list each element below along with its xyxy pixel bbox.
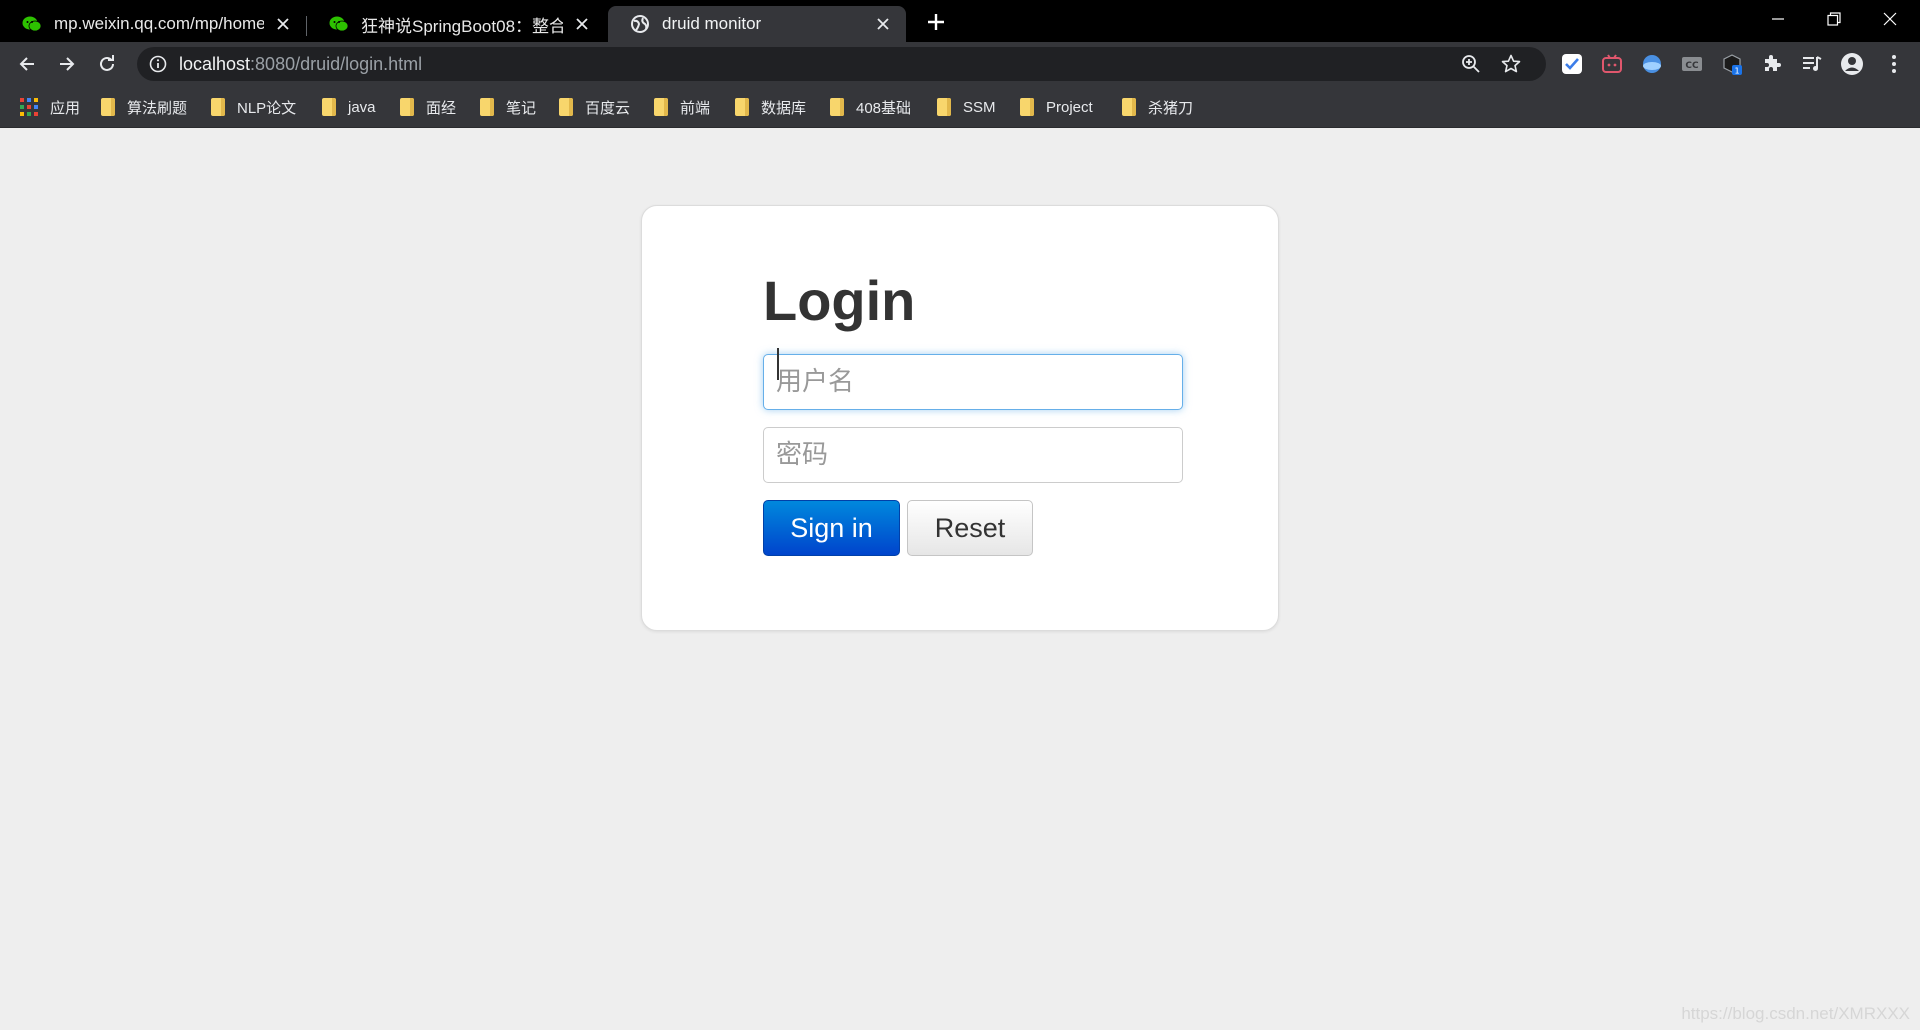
menu-kebab-icon[interactable] (1882, 52, 1906, 76)
info-icon[interactable] (149, 55, 167, 73)
minimize-icon (1772, 18, 1784, 20)
profile-avatar-icon[interactable] (1840, 52, 1864, 76)
media-queue-icon[interactable] (1800, 52, 1824, 76)
wechat-icon (22, 14, 42, 34)
bookmark-folder[interactable]: 数据库 (735, 96, 806, 118)
tab-springboot-druid[interactable]: 狂神说SpringBoot08：整合Drui (307, 6, 605, 42)
reload-button[interactable] (91, 48, 123, 80)
url-path: :8080/druid/login.html (250, 53, 423, 74)
close-window-button[interactable] (1862, 0, 1918, 38)
bookmark-label: 面经 (426, 99, 457, 117)
close-icon (1883, 12, 1897, 26)
tab-close-icon[interactable] (571, 13, 593, 35)
folder-icon (559, 98, 573, 116)
folder-icon (322, 98, 336, 116)
bookmark-label: 数据库 (761, 99, 807, 117)
bookmark-label: NLP论文 (237, 99, 297, 117)
extensions-puzzle-icon[interactable] (1760, 52, 1784, 76)
extension-planet-icon[interactable] (1640, 52, 1664, 76)
bookmark-folder[interactable]: Project (1020, 96, 1093, 118)
folder-icon (735, 98, 749, 116)
zoom-icon[interactable] (1459, 52, 1483, 76)
restore-button[interactable] (1806, 0, 1862, 38)
bookmark-folder[interactable]: 算法刷题 (101, 96, 187, 118)
minimize-button[interactable] (1750, 0, 1806, 38)
tab-close-icon[interactable] (872, 13, 894, 35)
bookmark-star-icon[interactable] (1499, 52, 1523, 76)
apps-grid-icon (20, 98, 38, 116)
folder-icon (937, 98, 951, 116)
reload-icon (100, 55, 114, 71)
bookmark-label: 应用 (50, 99, 81, 117)
bookmark-folder[interactable]: 笔记 (480, 96, 536, 118)
bookmark-label: 笔记 (506, 99, 537, 117)
folder-icon (1122, 98, 1136, 116)
browser-toolbar: localhost:8080/druid/login.html CC 1 (0, 42, 1920, 86)
url-text: localhost:8080/druid/login.html (179, 54, 422, 75)
new-tab-button[interactable] (922, 8, 950, 36)
bookmark-label: Project (1046, 98, 1093, 116)
extension-cc-icon[interactable]: CC (1680, 52, 1704, 76)
bookmark-label: SSM (963, 98, 996, 116)
watermark-text: https://blog.csdn.net/XMRXXX (1681, 1004, 1910, 1023)
folder-icon (1020, 98, 1034, 116)
tab-strip: mp.weixin.qq.com/mp/homep 狂神说SpringBoot0… (0, 0, 1920, 42)
tab-druid-monitor[interactable]: druid monitor (608, 6, 906, 42)
extension-box-icon[interactable]: 1 (1720, 52, 1744, 76)
bookmark-label: 百度云 (585, 99, 631, 117)
restore-icon (1827, 12, 1841, 26)
bookmark-apps[interactable]: 应用 (20, 96, 80, 118)
bookmark-label: 408基础 (856, 99, 912, 117)
bookmarks-bar: 应用 算法刷题 NLP论文 java 面经 笔记 百度云 前端 数据库 408基… (0, 86, 1920, 128)
back-button[interactable] (11, 48, 43, 80)
wechat-icon (329, 14, 349, 34)
reset-button[interactable]: Reset (907, 500, 1033, 556)
username-input[interactable] (763, 354, 1183, 410)
extension-bilibili-icon[interactable] (1600, 52, 1624, 76)
url-host: localhost (179, 53, 251, 74)
password-input[interactable] (763, 427, 1183, 483)
bookmark-folder[interactable]: SSM (937, 96, 996, 118)
bookmark-label: 前端 (680, 99, 711, 117)
bookmark-label: java (348, 98, 376, 116)
login-card: Login Sign in Reset (641, 205, 1279, 631)
text-caret (777, 348, 779, 380)
tab-title: mp.weixin.qq.com/mp/homep (54, 14, 264, 33)
bookmark-label: 算法刷题 (127, 99, 188, 117)
bookmark-folder[interactable]: 前端 (654, 96, 710, 118)
tab-title: druid monitor (662, 14, 762, 33)
bookmark-folder[interactable]: NLP论文 (211, 96, 296, 118)
arrow-right-icon (60, 57, 75, 71)
bookmark-folder[interactable]: 面经 (400, 96, 456, 118)
bookmark-folder[interactable]: 百度云 (559, 96, 630, 118)
globe-icon (630, 14, 650, 34)
folder-icon (211, 98, 225, 116)
folder-icon (480, 98, 494, 116)
folder-icon (400, 98, 414, 116)
folder-icon (654, 98, 668, 116)
extension-badge-count: 1 (1734, 67, 1739, 76)
forward-button[interactable] (51, 48, 83, 80)
bookmark-folder[interactable]: java (322, 96, 376, 118)
folder-icon (101, 98, 115, 116)
sign-in-button[interactable]: Sign in (763, 500, 900, 556)
bookmark-label: 杀猪刀 (1148, 99, 1194, 117)
tab-weixin-homepage[interactable]: mp.weixin.qq.com/mp/homep (0, 6, 306, 42)
login-heading: Login (763, 269, 916, 332)
address-bar[interactable]: localhost:8080/druid/login.html (137, 47, 1546, 81)
bookmark-folder[interactable]: 408基础 (830, 96, 911, 118)
plus-icon (928, 14, 944, 30)
arrow-left-icon (19, 57, 34, 71)
tab-title: 狂神说SpringBoot08：整合Drui (361, 16, 563, 36)
bookmark-folder[interactable]: 杀猪刀 (1122, 96, 1193, 118)
tab-close-icon[interactable] (272, 13, 294, 35)
extension-checkbox-icon[interactable] (1560, 52, 1584, 76)
folder-icon (830, 98, 844, 116)
svg-text:CC: CC (1685, 61, 1699, 71)
